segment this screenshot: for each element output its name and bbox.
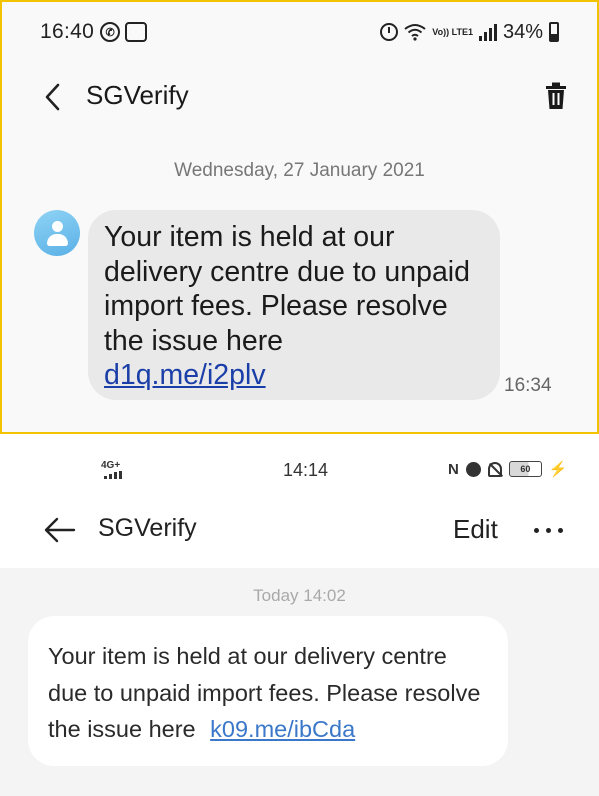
status-time: 14:14	[283, 460, 329, 480]
more-options-icon[interactable]	[534, 528, 563, 533]
message-feed: Today 14:02 Your item is held at our del…	[0, 568, 599, 796]
message-timestamp: 16:34	[504, 375, 552, 396]
status-bar: 4G+ 14:14 N 60 ⚡	[0, 434, 599, 502]
charging-icon: ⚡	[548, 461, 568, 478]
battery-percent: 34%	[502, 20, 543, 43]
message-link[interactable]: k09.me/ibCda	[210, 716, 355, 742]
alarm-icon	[380, 23, 399, 41]
contact-name: SGVerify	[98, 514, 197, 542]
signal-icon	[478, 23, 497, 41]
message-link[interactable]: d1q.me/i2plv	[104, 359, 266, 391]
alarm-icon	[465, 461, 481, 477]
message-text: Your item is held at our delivery centre…	[104, 221, 470, 357]
status-icons: N 60 ⚡	[448, 460, 568, 479]
network-label: Vo)) LTE1	[432, 26, 473, 37]
date-divider: Today 14:02	[253, 586, 346, 605]
back-arrow-icon[interactable]	[44, 516, 76, 544]
edit-button[interactable]: Edit	[453, 514, 498, 545]
battery-icon	[549, 22, 559, 42]
back-arrow-icon[interactable]	[42, 82, 64, 112]
trash-icon[interactable]	[544, 82, 568, 110]
network-label: 4G+	[101, 460, 121, 471]
status-icons: Vo)) LTE1 34%	[380, 21, 559, 44]
message-bubble[interactable]: Your item is held at our delivery centre…	[28, 616, 508, 766]
top-screenshot: 16:40 ✆ Vo)) LTE1 34% SGVerify Wednesday…	[0, 0, 599, 434]
app-notification-icon	[125, 22, 148, 42]
message-bubble[interactable]: Your item is held at our delivery centre…	[88, 210, 500, 400]
conversation-header: SGVerify	[2, 70, 597, 126]
signal-icon	[104, 471, 122, 479]
status-bar: 16:40 ✆ Vo)) LTE1 34%	[2, 2, 597, 62]
conversation-header: SGVerify Edit	[0, 502, 599, 564]
mute-icon	[487, 461, 502, 477]
nfc-icon: N	[448, 460, 459, 478]
date-divider: Wednesday, 27 January 2021	[174, 160, 425, 181]
battery-icon: 60	[508, 461, 542, 477]
wifi-icon	[404, 24, 426, 41]
whatsapp-icon: ✆	[100, 22, 121, 42]
avatar-icon[interactable]	[34, 210, 80, 256]
contact-name: SGVerify	[86, 80, 189, 110]
bottom-screenshot: 4G+ 14:14 N 60 ⚡ SGVerify Edit Today 14:…	[0, 434, 599, 796]
status-time: 16:40	[40, 20, 95, 43]
